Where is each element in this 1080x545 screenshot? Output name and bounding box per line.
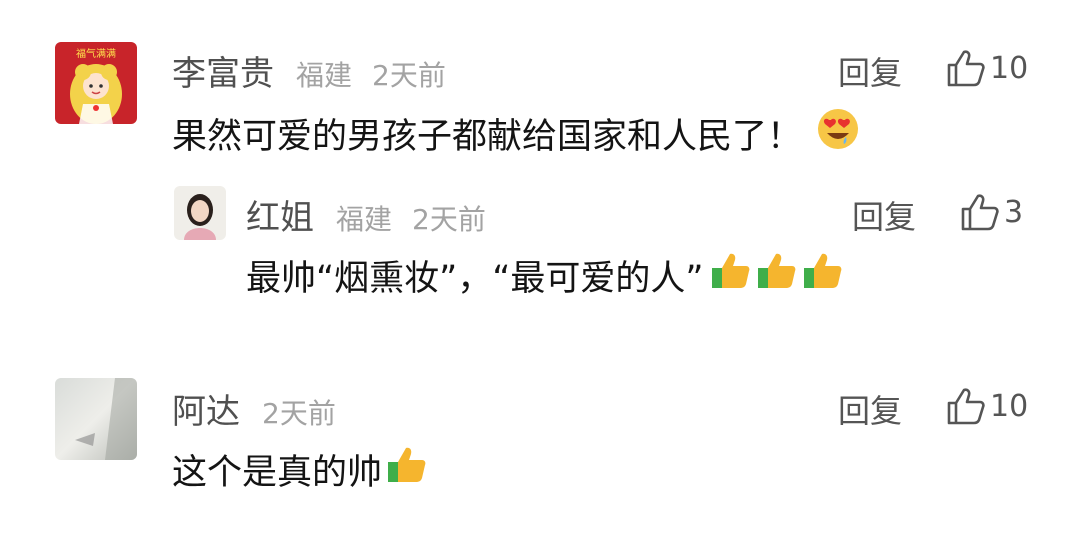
- heart-eyes-emoji: [816, 107, 860, 160]
- thumbs-up-outline-icon: [961, 194, 999, 231]
- like-count: 10: [990, 50, 1029, 86]
- like-button[interactable]: 10: [946, 386, 1028, 426]
- thumbs-up-outline-icon: [947, 50, 985, 87]
- location-label: 福建: [296, 59, 353, 92]
- avatar[interactable]: [55, 378, 137, 460]
- like-count: 10: [990, 388, 1029, 424]
- thumbs-up-outline-icon: [947, 388, 985, 425]
- thumbs-up-emoji: [756, 250, 798, 301]
- author-name[interactable]: 红姐: [246, 190, 314, 239]
- like-button[interactable]: 3: [960, 192, 1023, 232]
- comment-text: 这个是真的帅: [172, 452, 383, 493]
- reply-text: 最帅“烟熏妆”，“最可爱的人”: [246, 258, 704, 299]
- author-name[interactable]: 阿达: [172, 384, 240, 433]
- avatar-caption: 福气满满: [76, 49, 116, 60]
- avatar-photo-image: [174, 186, 226, 240]
- like-button[interactable]: 10: [946, 48, 1028, 88]
- thumbs-up-emoji: [710, 250, 752, 301]
- like-count: 3: [1004, 194, 1024, 230]
- avatar-photo-image: [55, 378, 137, 460]
- reply-button[interactable]: 回复: [838, 48, 902, 94]
- avatar[interactable]: 福气满满: [55, 42, 137, 124]
- location-label: 福建: [336, 203, 393, 236]
- thumbs-up-emoji: [802, 250, 844, 301]
- timestamp: 2天前: [372, 59, 446, 92]
- reply-button[interactable]: 回复: [838, 386, 902, 432]
- avatar[interactable]: [174, 186, 226, 240]
- thumbs-up-emoji: [386, 444, 428, 495]
- timestamp: 2天前: [412, 203, 486, 236]
- timestamp: 2天前: [262, 397, 336, 430]
- reply-button[interactable]: 回复: [852, 192, 916, 238]
- author-name[interactable]: 李富贵: [172, 46, 274, 95]
- comment-text: 果然可爱的男孩子都献给国家和人民了！: [172, 116, 803, 157]
